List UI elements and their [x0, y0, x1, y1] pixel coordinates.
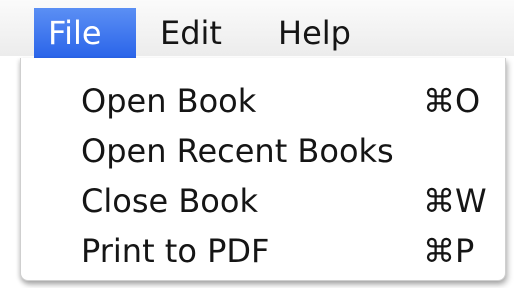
menu-item-label: Open Book	[81, 82, 257, 120]
file-dropdown-menu: Open Book ⌘O Open Recent Books Close Boo…	[20, 58, 506, 281]
menu-item-open-book[interactable]: Open Book ⌘O	[21, 76, 505, 126]
menu-help[interactable]: Help	[264, 8, 365, 58]
menu-item-shortcut: ⌘W	[423, 182, 487, 220]
menu-item-shortcut: ⌘O	[423, 82, 481, 120]
menu-item-shortcut: ⌘P	[423, 232, 475, 270]
menu-file[interactable]: File	[34, 8, 136, 58]
app-screen: File Edit Help Open Book ⌘O Open Recent …	[0, 0, 514, 288]
menu-item-label: Close Book	[81, 182, 258, 220]
menu-item-close-book[interactable]: Close Book ⌘W	[21, 176, 505, 226]
menu-edit[interactable]: Edit	[146, 8, 236, 58]
menu-item-label: Open Recent Books	[81, 132, 394, 170]
menu-item-label: Print to PDF	[81, 232, 270, 270]
menu-bar: File Edit Help	[0, 0, 514, 58]
menu-item-print-to-pdf[interactable]: Print to PDF ⌘P	[21, 226, 505, 276]
menu-item-open-recent-books[interactable]: Open Recent Books	[21, 126, 505, 176]
